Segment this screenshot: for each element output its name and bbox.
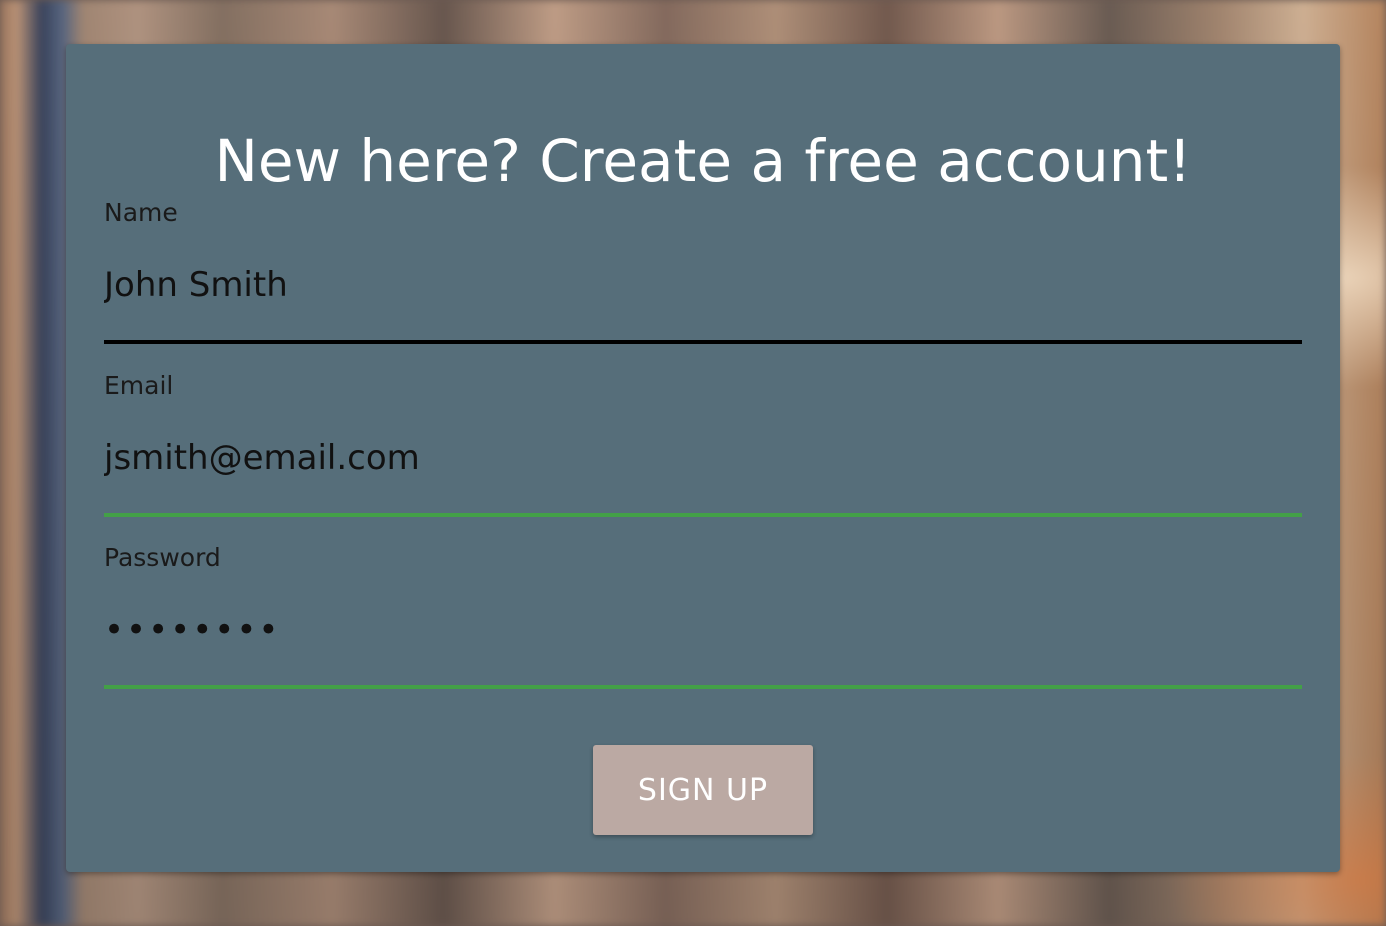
name-input[interactable] (104, 264, 1302, 306)
sign-up-button[interactable]: SIGN UP (593, 745, 813, 835)
signup-card: New here? Create a free account! Name Em… (66, 44, 1340, 872)
password-input[interactable] (104, 609, 1302, 651)
page-title: New here? Create a free account! (214, 127, 1192, 195)
email-underline (104, 513, 1302, 517)
email-label: Email (104, 371, 174, 400)
password-underline (104, 685, 1302, 689)
name-underline (104, 340, 1302, 344)
password-label: Password (104, 543, 221, 572)
name-label: Name (104, 198, 178, 227)
email-input[interactable] (104, 437, 1302, 479)
